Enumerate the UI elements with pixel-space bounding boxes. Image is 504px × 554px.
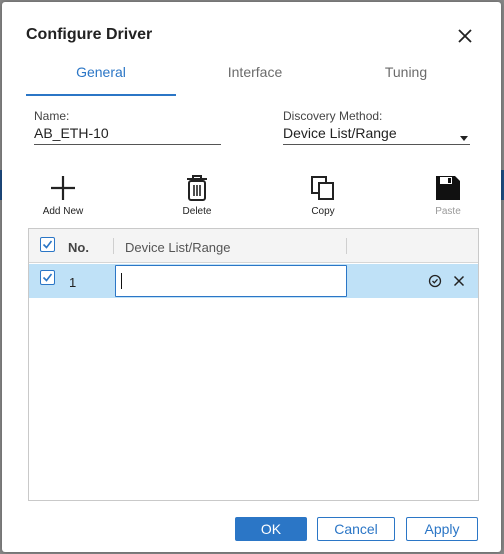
select-all-checkbox[interactable]	[40, 237, 55, 252]
add-new-label: Add New	[42, 206, 84, 217]
save-icon	[436, 176, 460, 200]
cancel-row-button[interactable]	[451, 273, 467, 289]
device-range-input[interactable]	[115, 265, 347, 297]
column-divider	[346, 238, 347, 254]
dialog-title: Configure Driver	[26, 26, 153, 43]
ok-button[interactable]: OK	[235, 517, 307, 541]
tab-interface[interactable]: Interface	[180, 58, 330, 98]
column-header-device-list[interactable]: Device List/Range	[125, 240, 231, 255]
confirm-icon	[428, 274, 442, 288]
confirm-row-button[interactable]	[427, 273, 443, 289]
tab-bar: General Interface Tuning	[26, 58, 474, 98]
name-label: Name:	[34, 109, 70, 123]
name-field[interactable]: Name: AB_ETH-10	[34, 109, 221, 145]
plus-icon	[51, 176, 75, 200]
delete-button[interactable]: Delete	[162, 174, 232, 224]
grid-header: No. Device List/Range	[29, 229, 478, 263]
paste-button[interactable]: Paste	[413, 174, 483, 224]
cancel-button[interactable]: Cancel	[317, 517, 395, 541]
row-number: 1	[69, 275, 77, 290]
row-checkbox[interactable]	[40, 270, 55, 285]
checkmark-icon	[42, 273, 53, 282]
name-value: AB_ETH-10	[34, 125, 109, 141]
column-header-no[interactable]: No.	[68, 240, 89, 255]
tab-tuning[interactable]: Tuning	[331, 58, 481, 98]
discovery-method-label: Discovery Method:	[283, 109, 383, 123]
discovery-method-value: Device List/Range	[283, 125, 397, 141]
discovery-method-select[interactable]: Discovery Method: Device List/Range	[283, 109, 470, 145]
cancel-icon	[453, 275, 465, 287]
configure-driver-dialog: Configure Driver General Interface Tunin…	[2, 2, 501, 552]
column-divider	[113, 238, 114, 254]
close-button[interactable]	[455, 26, 475, 46]
active-tab-indicator	[26, 94, 176, 96]
discovery-method-underline	[283, 144, 470, 145]
dropdown-arrow-icon	[460, 136, 468, 141]
close-icon	[458, 29, 472, 43]
trash-icon	[187, 175, 207, 201]
text-caret	[121, 273, 122, 289]
tab-general[interactable]: General	[26, 58, 176, 98]
copy-label: Copy	[311, 206, 335, 217]
copy-button[interactable]: Copy	[288, 174, 358, 224]
paste-label: Paste	[435, 206, 461, 217]
apply-button[interactable]: Apply	[406, 517, 478, 541]
name-underline	[34, 144, 221, 145]
table-row[interactable]: 1	[29, 264, 478, 298]
copy-icon	[311, 176, 334, 200]
add-new-button[interactable]: Add New	[28, 174, 98, 224]
device-grid: No. Device List/Range 1	[28, 228, 479, 501]
checkmark-icon	[42, 240, 53, 249]
delete-label: Delete	[182, 206, 212, 217]
